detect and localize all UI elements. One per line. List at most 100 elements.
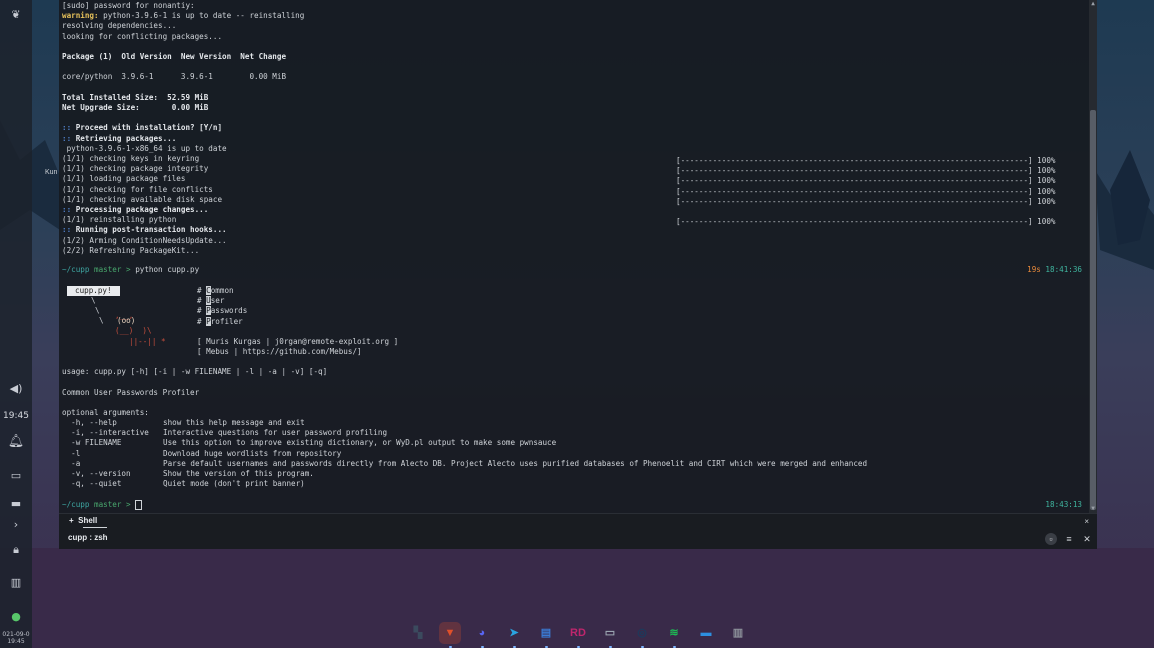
trash-dock-icon[interactable]: ▥ <box>727 622 749 644</box>
line-text: [sudo] password for nonantiy: <box>62 1 195 10</box>
folder-icon[interactable]: ▬ <box>695 622 717 644</box>
scroll-down-arrow-icon[interactable]: ▼ <box>1089 505 1097 513</box>
ascii-art-cow: (__) )\ <box>115 326 152 335</box>
telegram-icon-glyph: ➤ <box>509 627 519 639</box>
desktop-icon-label[interactable]: Kun <box>45 169 57 176</box>
banner-title-line: # Passwords <box>197 306 248 316</box>
usage-line: usage: cupp.py [-h] [-i | -w FILENAME | … <box>62 367 328 376</box>
option-flag: -h, --help <box>62 418 117 427</box>
terminal-output-line: (2/2) Refreshing PackageKit... <box>62 246 199 256</box>
terminal-output-line: warning: python-3.9.6-1 is up to date --… <box>62 11 304 21</box>
spotify-icon[interactable]: ≋ <box>663 622 685 644</box>
command-text: python cupp.py <box>135 265 200 274</box>
terminal-output-line: core/python 3.9.6-1 3.9.6-1 0.00 MiB <box>62 72 286 82</box>
terminal-output-line: (1/1) loading package files <box>62 174 185 184</box>
terminal-output-line: Total Installed Size: 52.59 MiB <box>62 93 208 103</box>
restore-icon[interactable]: ▫ <box>1045 533 1057 545</box>
rider-icon-glyph: RD <box>570 627 586 639</box>
credit-line: [ Muris Kurgas | j0rgan@remote-exploit.o… <box>197 337 399 346</box>
terminal-output-line: (1/1) reinstalling python <box>62 215 176 225</box>
device-icon[interactable]: ▭ <box>0 469 32 482</box>
spotify-icon-glyph: ≋ <box>669 627 679 639</box>
bat-icon[interactable]: ❦ <box>0 8 32 21</box>
line-text: Processing package changes... <box>71 205 209 214</box>
lock-icon[interactable]: 🔒︎ <box>0 543 32 557</box>
line-text: python-3.9.6-1-x86_64 is up to date <box>62 143 227 153</box>
terminal-output-line: looking for conflicting packages... <box>62 32 222 42</box>
discord-icon[interactable]: ◕ <box>471 622 493 644</box>
section-marker: :: <box>62 133 72 143</box>
option-description: Use this option to improve existing dict… <box>163 438 557 448</box>
terminal-output-line: :: Retrieving packages... <box>62 134 176 144</box>
option-flag: -a <box>62 458 81 468</box>
option-flag: -v, --version <box>62 469 131 478</box>
trash-dock-icon-glyph: ▥ <box>732 627 744 639</box>
tab-close-icon[interactable]: × <box>1084 517 1089 526</box>
line-text: (1/1) checking package integrity <box>62 164 209 174</box>
prompt-time: 18:43:13 <box>1045 500 1082 509</box>
left-panel: ❦ ◀) 19:45 🔔︎ ▭ ▬ › 🔒︎ ▥ ● 021-09-0 19:4… <box>0 0 32 648</box>
line-text: Retrieving packages... <box>71 133 177 143</box>
volume-icon[interactable]: ◀) <box>0 382 32 395</box>
warning-label: warning: <box>62 11 99 21</box>
line-text: Package (1) Old Version New Version Net … <box>62 52 287 61</box>
section-marker: :: <box>62 225 72 235</box>
session-title: cupp : zsh <box>68 533 108 542</box>
rider-icon[interactable]: RD <box>567 622 589 644</box>
files-icon[interactable]: ▭ <box>599 622 621 644</box>
banner-title-line: # User <box>197 296 225 306</box>
credit-line: [ Mebus | https://github.com/Mebus/] <box>197 347 362 356</box>
line-text: python-3.9.6-1 is up to date -- reinstal… <box>98 11 305 21</box>
scroll-up-arrow-icon[interactable]: ▲ <box>1089 0 1097 8</box>
banner-title-line: # Common <box>197 286 234 295</box>
line-text: Proceed with installation? [Y/n] <box>71 123 223 133</box>
scroll-thumb[interactable] <box>1090 110 1096 510</box>
tab-shell[interactable]: + Shell <box>69 516 97 525</box>
notes-icon-glyph: ▤ <box>540 627 552 639</box>
panel-clock[interactable]: 19:45 <box>0 411 32 421</box>
option-flag: -i, --interactive <box>62 428 149 438</box>
line-text: (1/1) loading package files <box>62 174 186 184</box>
terminal-output-line: :: Running post-transaction hooks... <box>62 225 227 235</box>
description-line: Common User Passwords Profiler <box>62 388 200 397</box>
steam-icon[interactable]: ◎ <box>631 622 653 644</box>
text-cursor <box>135 500 143 510</box>
option-description: Download huge wordlists from repository <box>163 448 342 458</box>
close-icon[interactable]: ✕ <box>1081 533 1093 545</box>
option-description: Interactive questions for user password … <box>163 428 388 438</box>
line-text: Total Installed Size: 52.59 MiB <box>62 92 209 102</box>
brave-icon[interactable]: ▼ <box>439 622 461 644</box>
notes-icon[interactable]: ▤ <box>535 622 557 644</box>
bell-icon[interactable]: 🔔︎ <box>0 434 32 449</box>
overview-icon[interactable]: ▚ <box>407 622 429 644</box>
overview-icon-glyph: ▚ <box>413 627 423 639</box>
archive-icon[interactable]: ▬ <box>0 497 32 510</box>
ascii-art: \ <box>99 316 104 325</box>
banner-title-line: # Profiler <box>197 316 243 326</box>
menu-icon[interactable]: ≡ <box>1063 533 1075 545</box>
tab-underline <box>83 527 107 528</box>
option-flag: -q, --quiet <box>62 479 122 489</box>
line-text: (1/1) checking keys in keyring <box>62 154 200 163</box>
progress-bar: [---------------------------------------… <box>676 176 1056 186</box>
ascii-art-eyes: (oo) <box>117 316 136 325</box>
brave-icon-glyph: ▼ <box>444 627 456 639</box>
banner-bubble: cupp.py! <box>67 286 120 296</box>
terminal-window[interactable]: [sudo] password for nonantiy: warning: py… <box>59 0 1097 513</box>
terminal-output-line: Package (1) Old Version New Version Net … <box>62 52 286 62</box>
option-flag: -w FILENAME <box>62 438 122 448</box>
folder-icon-glyph: ▬ <box>700 627 712 639</box>
prompt-line[interactable]: ~/cupp master > <box>62 500 143 510</box>
option-description: show this help message and exit <box>163 418 305 427</box>
telegram-icon[interactable]: ➤ <box>503 622 525 644</box>
terminal-output-line: resolving dependencies... <box>62 21 176 31</box>
option-description: Quiet mode (don't print banner) <box>163 479 305 489</box>
scrollbar[interactable]: ▲ ▼ <box>1089 0 1097 513</box>
terminal-output-line: (1/1) checking for file conflicts <box>62 185 213 195</box>
line-text: looking for conflicting packages... <box>62 31 223 41</box>
optional-header: optional arguments: <box>62 408 149 417</box>
update-check-icon[interactable]: ● <box>0 610 32 623</box>
chevron-right-icon[interactable]: › <box>0 518 32 531</box>
option-flag: -l <box>62 448 81 458</box>
trash-icon[interactable]: ▥ <box>0 576 32 589</box>
